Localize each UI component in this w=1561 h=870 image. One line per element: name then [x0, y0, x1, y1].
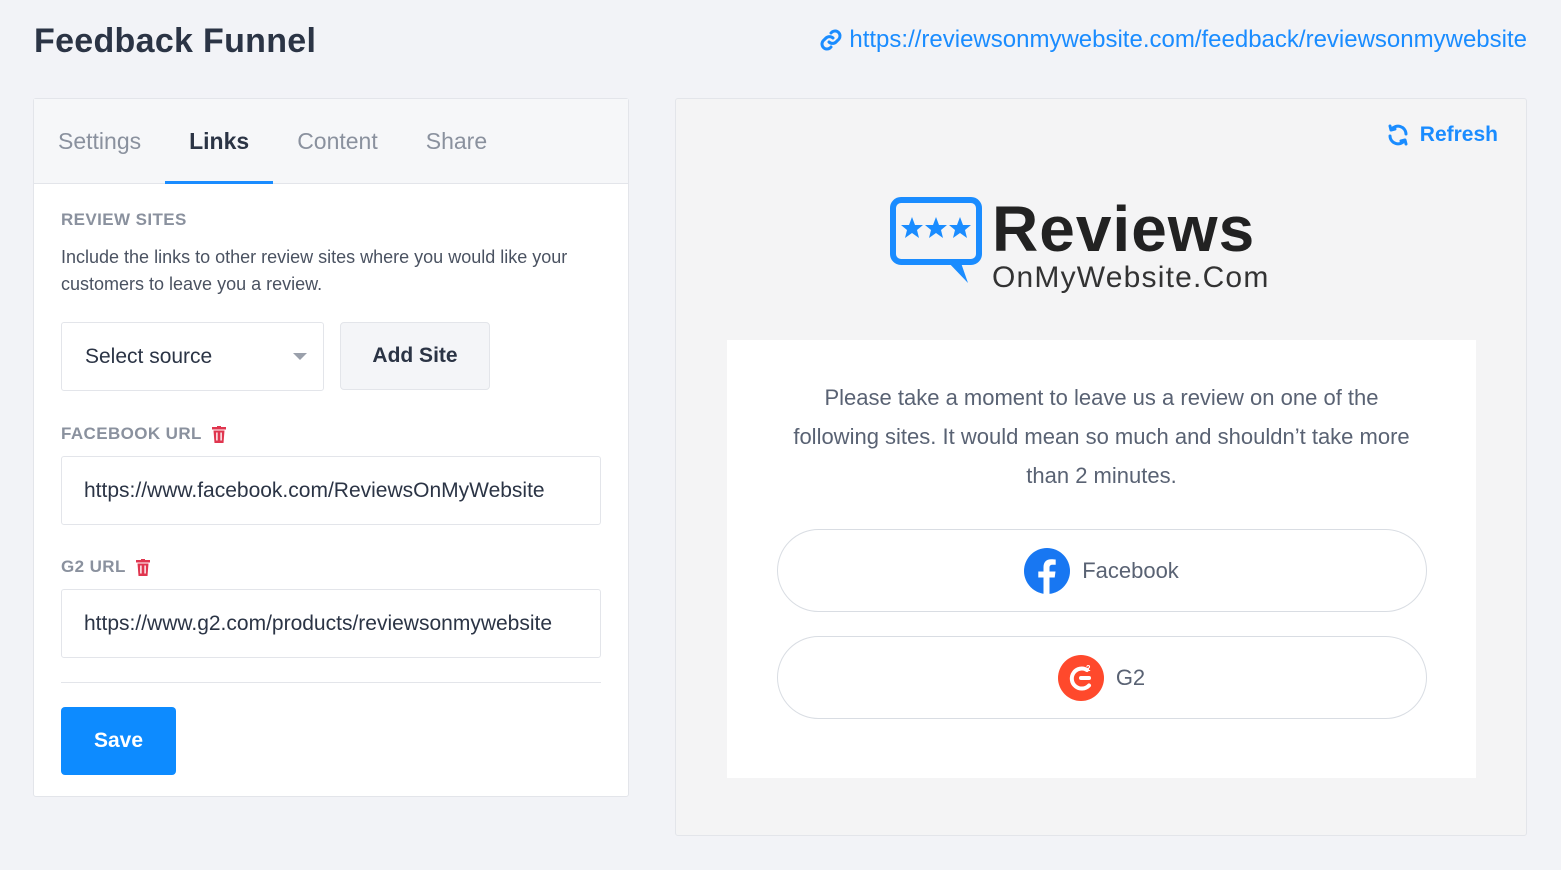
logo: Reviews OnMyWebsite.Com: [890, 197, 1270, 293]
refresh-icon: [1388, 124, 1408, 146]
g2-url-label: G2 URL: [61, 557, 126, 576]
review-sites-description: Include the links to other review sites …: [61, 247, 568, 294]
facebook-icon: [1024, 547, 1071, 594]
add-site-button[interactable]: Add Site: [340, 322, 490, 390]
refresh-label: Refresh: [1419, 123, 1498, 146]
link-icon: [820, 29, 842, 51]
review-bubble-logo-icon: [890, 197, 982, 283]
facebook-review-button[interactable]: Facebook: [776, 529, 1427, 612]
refresh-button[interactable]: Refresh: [1386, 123, 1498, 147]
save-button[interactable]: Save: [61, 707, 176, 775]
logo-subtitle: OnMyWebsite.Com: [992, 261, 1270, 294]
g2-url-field[interactable]: [61, 589, 601, 658]
public-funnel-link[interactable]: https://reviewsonmywebsite.com/feedback/…: [819, 26, 1527, 54]
source-select[interactable]: Select source: [61, 322, 324, 391]
caret-down-icon: [293, 353, 307, 360]
review-request-card: Please take a moment to leave us a revie…: [727, 340, 1476, 778]
settings-panel: Settings Links Content Share REVIEW SITE…: [33, 98, 629, 797]
public-link-text: https://reviewsonmywebsite.com/feedback/…: [849, 26, 1527, 53]
review-message: Please take a moment to leave us a revie…: [793, 385, 1410, 488]
trash-icon[interactable]: [211, 425, 226, 443]
divider: [61, 682, 601, 683]
g2-icon: 2: [1057, 654, 1104, 701]
tab-bar: Settings Links Content Share: [34, 99, 628, 184]
tab-share[interactable]: Share: [402, 99, 511, 183]
page-title: Feedback Funnel: [34, 22, 317, 60]
facebook-url-field[interactable]: [61, 456, 601, 525]
facebook-url-label: FACEBOOK URL: [61, 424, 202, 443]
source-select-value: Select source: [85, 344, 213, 368]
g2-button-label: G2: [1115, 664, 1146, 690]
logo-title: Reviews: [992, 193, 1256, 265]
preview-panel: Refresh Reviews OnMyWebsite.Com Please t…: [675, 98, 1527, 836]
tab-settings[interactable]: Settings: [58, 99, 165, 183]
g2-review-button[interactable]: 2 G2: [776, 636, 1427, 719]
tab-content[interactable]: Content: [273, 99, 402, 183]
trash-icon[interactable]: [135, 558, 150, 576]
tab-links[interactable]: Links: [165, 99, 274, 184]
review-sites-heading: REVIEW SITES: [61, 210, 187, 229]
facebook-button-label: Facebook: [1082, 557, 1179, 583]
svg-text:2: 2: [1086, 664, 1091, 673]
